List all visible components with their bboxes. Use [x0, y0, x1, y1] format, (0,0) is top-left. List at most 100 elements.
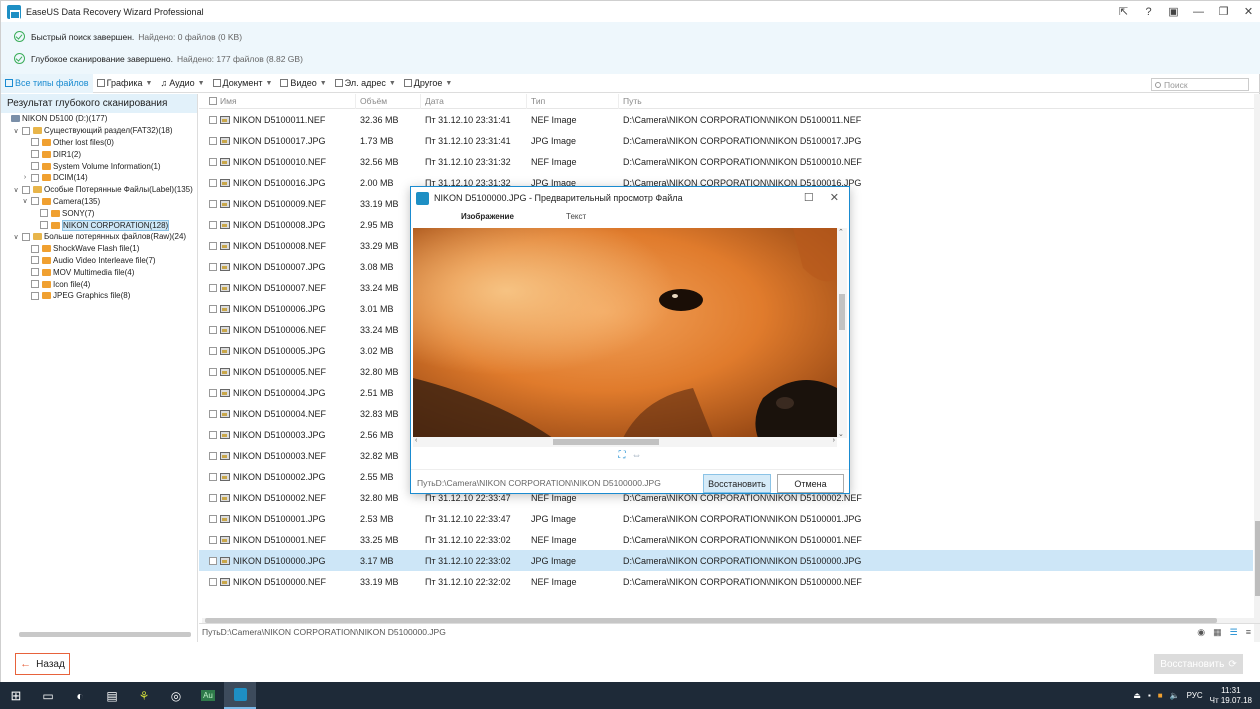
- maximize-icon[interactable]: ☐: [804, 191, 814, 204]
- start-button[interactable]: ⊞: [0, 682, 32, 709]
- tree-checkbox[interactable]: [22, 126, 30, 135]
- tree-item[interactable]: SONY(7): [1, 207, 197, 219]
- row-checkbox[interactable]: [209, 577, 217, 586]
- menu-icon[interactable]: ▣: [1161, 5, 1186, 18]
- column-date-header[interactable]: Дата: [421, 93, 527, 109]
- tree-checkbox[interactable]: [22, 185, 30, 194]
- tab-text[interactable]: Текст: [536, 212, 586, 227]
- tree-checkbox[interactable]: [31, 197, 39, 206]
- filter-graphics[interactable]: Графика ▼: [93, 74, 157, 93]
- dialog-recover-button[interactable]: Восстановить: [703, 474, 771, 493]
- row-checkbox[interactable]: [209, 451, 217, 460]
- scrollbar-thumb[interactable]: [553, 439, 659, 445]
- scrollbar-thumb[interactable]: [839, 294, 845, 330]
- row-checkbox[interactable]: [209, 388, 217, 397]
- tree-item[interactable]: ∨ Существующий раздел(FAT32)(18): [1, 125, 197, 137]
- select-all-checkbox[interactable]: [209, 97, 217, 105]
- usb-icon[interactable]: ⏏: [1133, 691, 1141, 700]
- recover-button[interactable]: Восстановить ⟳: [1154, 654, 1243, 674]
- close-icon[interactable]: ✕: [830, 191, 839, 204]
- tree-item[interactable]: DIR1(2): [1, 148, 197, 160]
- tree-item[interactable]: MOV Multimedia file(4): [1, 266, 197, 278]
- help-icon[interactable]: ?: [1136, 6, 1161, 18]
- row-checkbox[interactable]: [209, 430, 217, 439]
- table-row[interactable]: NIKON D5100001.JPG 2.53 MB Пт 31.12.10 22:…: [199, 508, 1253, 529]
- detail-view-icon[interactable]: ≡: [1246, 627, 1251, 638]
- row-checkbox[interactable]: [209, 325, 217, 334]
- preview-eye-icon[interactable]: ◉: [1197, 627, 1205, 638]
- chevron-up-icon[interactable]: ⌃: [838, 228, 844, 236]
- app-icon-2[interactable]: ▤: [96, 682, 128, 709]
- tree-checkbox[interactable]: [40, 209, 48, 218]
- search-input[interactable]: Поиск: [1151, 78, 1249, 91]
- expand-toggle-icon[interactable]: ∨: [12, 127, 20, 135]
- file-list-vertical-scrollbar[interactable]: [1254, 94, 1260, 642]
- column-size-header[interactable]: Объём: [356, 93, 421, 109]
- row-checkbox[interactable]: [209, 262, 217, 271]
- column-path-header[interactable]: Путь: [619, 94, 1260, 109]
- tree-checkbox[interactable]: [31, 280, 39, 289]
- row-checkbox[interactable]: [209, 115, 217, 124]
- filter-document[interactable]: Документ ▼: [209, 74, 277, 93]
- filter-video[interactable]: Видео ▼: [276, 74, 330, 93]
- table-row[interactable]: NIKON D5100017.JPG 1.73 MB Пт 31.12.10 23:…: [199, 130, 1253, 151]
- shield-icon[interactable]: ■: [1158, 691, 1163, 700]
- tree-checkbox[interactable]: [31, 162, 39, 171]
- app-icon-1[interactable]: ◐: [64, 682, 96, 709]
- chevron-right-icon[interactable]: ›: [833, 437, 835, 444]
- tree-item[interactable]: NIKON CORPORATION(128): [1, 219, 197, 231]
- close-window-button[interactable]: ✕: [1236, 5, 1260, 18]
- tree-item[interactable]: System Volume Information(1): [1, 160, 197, 172]
- app-icon-3[interactable]: ⚘: [128, 682, 160, 709]
- row-checkbox[interactable]: [209, 409, 217, 418]
- clock[interactable]: 11:31 Чт 19.07.18: [1210, 686, 1252, 706]
- row-checkbox[interactable]: [209, 514, 217, 523]
- filter-all-types[interactable]: Все типы файлов: [1, 73, 93, 93]
- row-checkbox[interactable]: [209, 220, 217, 229]
- row-checkbox[interactable]: [209, 556, 217, 565]
- list-view-icon[interactable]: ☰: [1230, 627, 1238, 638]
- easeus-taskbar-icon[interactable]: [224, 682, 256, 709]
- restore-window-button[interactable]: ❐: [1211, 5, 1236, 18]
- tree-horizontal-scrollbar[interactable]: [19, 632, 191, 637]
- tree-item[interactable]: NIKON D5100 (D:)(177): [1, 113, 197, 125]
- tab-image[interactable]: Изображение: [411, 212, 536, 227]
- tree-checkbox[interactable]: [31, 256, 39, 265]
- expand-toggle-icon[interactable]: ›: [21, 174, 29, 181]
- row-checkbox[interactable]: [209, 367, 217, 376]
- row-checkbox[interactable]: [209, 136, 217, 145]
- tree-checkbox[interactable]: [31, 244, 39, 253]
- network-icon[interactable]: ▪: [1148, 691, 1151, 700]
- minimize-button[interactable]: —: [1186, 6, 1211, 18]
- tree-item[interactable]: ∨ Camera(135): [1, 196, 197, 208]
- tree-item[interactable]: Icon file(4): [1, 278, 197, 290]
- grid-view-icon[interactable]: ▦: [1213, 627, 1222, 638]
- fit-to-window-icon[interactable]: ⛶: [619, 450, 626, 464]
- tree-item[interactable]: ∨ Особые Потерянные Файлы(Label)(135): [1, 184, 197, 196]
- row-checkbox[interactable]: [209, 535, 217, 544]
- table-row[interactable]: NIKON D5100001.NEF 33.25 MB Пт 31.12.10 22…: [199, 529, 1253, 550]
- filter-other[interactable]: Другое ▼: [400, 74, 457, 93]
- preview-horizontal-scrollbar[interactable]: ‹ ›: [413, 437, 837, 447]
- chrome-icon[interactable]: ◎: [160, 682, 192, 709]
- tree-checkbox[interactable]: [31, 291, 39, 300]
- filter-audio[interactable]: ♫ Аудио ▼: [156, 74, 208, 93]
- tree-checkbox[interactable]: [22, 232, 30, 241]
- tree-item[interactable]: Other lost files(0): [1, 137, 197, 149]
- row-checkbox[interactable]: [209, 493, 217, 502]
- tree-item[interactable]: ∨ Больше потерянных файлов(Raw)(24): [1, 231, 197, 243]
- chevron-down-icon[interactable]: ⌄: [838, 430, 844, 438]
- expand-toggle-icon[interactable]: ∨: [12, 186, 20, 194]
- table-row[interactable]: NIKON D5100010.NEF 32.56 MB Пт 31.12.10 23…: [199, 151, 1253, 172]
- tree-item[interactable]: JPEG Graphics file(8): [1, 290, 197, 302]
- dialog-cancel-button[interactable]: Отмена: [777, 474, 844, 493]
- column-name-header[interactable]: Имя: [199, 93, 356, 109]
- rotate-icon[interactable]: ⇔: [632, 450, 642, 464]
- tree-checkbox[interactable]: [40, 221, 48, 230]
- table-row[interactable]: NIKON D5100000.NEF 33.19 MB Пт 31.12.10 22…: [199, 571, 1253, 592]
- table-row[interactable]: NIKON D5100000.JPG 3.17 MB Пт 31.12.10 22:…: [199, 550, 1253, 571]
- expand-toggle-icon[interactable]: ∨: [12, 233, 20, 241]
- preview-vertical-scrollbar[interactable]: ⌃ ⌄: [837, 228, 847, 438]
- chevron-left-icon[interactable]: ‹: [415, 437, 417, 444]
- tree-checkbox[interactable]: [31, 138, 39, 147]
